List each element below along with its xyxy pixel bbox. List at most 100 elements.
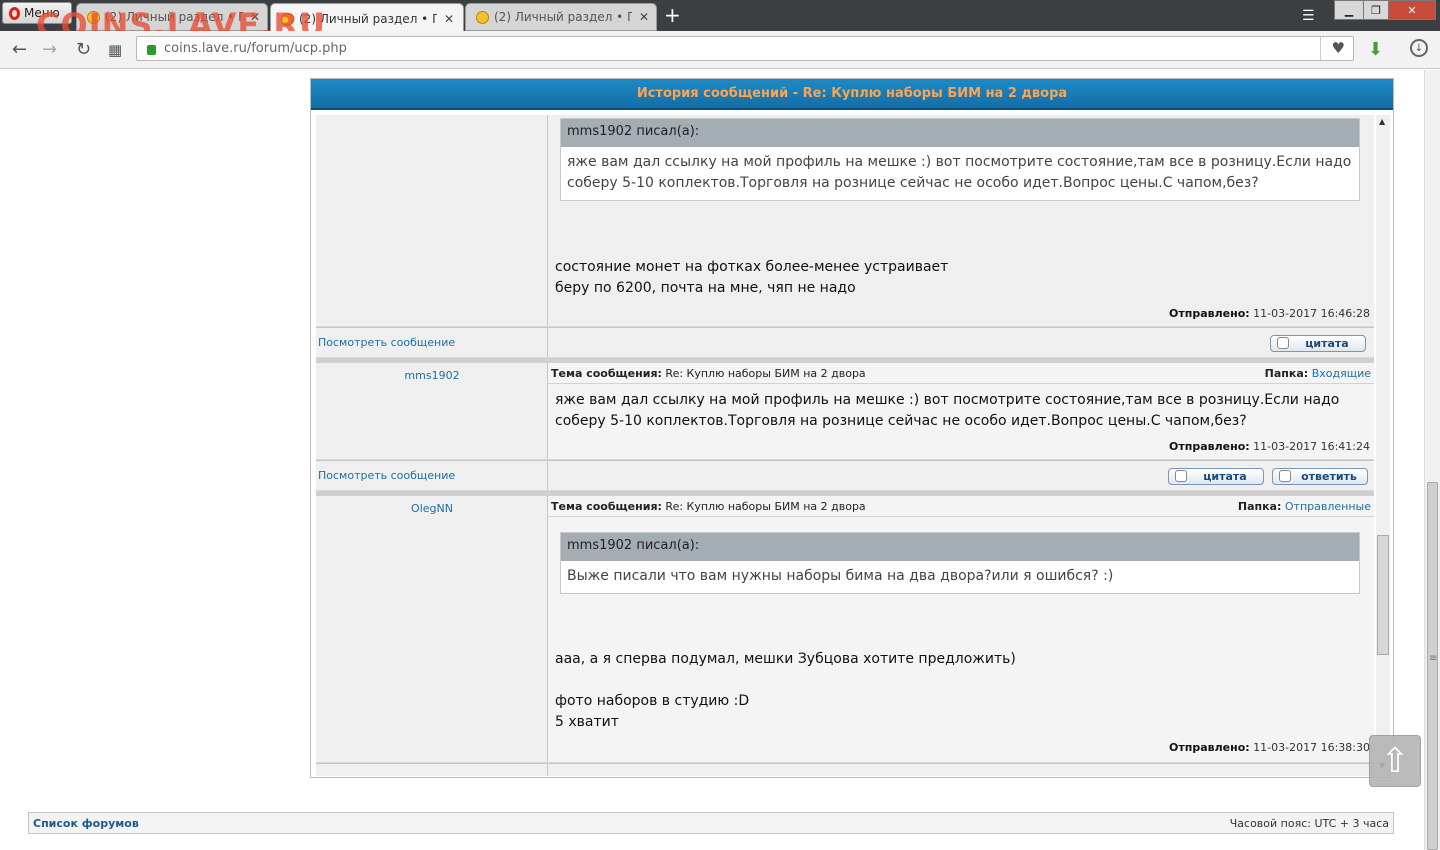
sent-date: 11-03-2017 16:41:24 xyxy=(1253,440,1370,453)
quote-button[interactable]: цитата xyxy=(1168,468,1264,485)
history-list[interactable]: mms1902 писал(а): яже вам дал ссылку на … xyxy=(316,115,1374,776)
downloads-icon[interactable]: ↓ xyxy=(1410,39,1428,57)
reply-icon xyxy=(1279,470,1291,482)
post-author-cell xyxy=(316,115,548,326)
post-content-cell: Тема сообщения: Re: Куплю наборы БИМ на … xyxy=(548,496,1374,762)
subject-text: Re: Куплю наборы БИМ на 2 двора xyxy=(665,500,866,513)
tab-3-label: (2) Личный раздел • Прос xyxy=(494,10,632,24)
post-actions-row-partial xyxy=(316,763,1374,776)
author-link[interactable]: OlegNN xyxy=(316,502,548,515)
url-separator xyxy=(1320,37,1321,60)
view-message-link[interactable]: Посмотреть сообщение xyxy=(318,469,455,482)
view-message-link[interactable]: Посмотреть сообщение xyxy=(318,336,455,349)
post-actions-row: Посмотреть сообщение цитата ответить xyxy=(316,460,1374,490)
folder-link-sent[interactable]: Отправленные xyxy=(1285,500,1371,513)
author-link[interactable]: mms1902 xyxy=(316,369,548,382)
minimize-button[interactable]: ▁ xyxy=(1334,0,1364,20)
post-actions-right: цитата xyxy=(548,328,1374,357)
message-body: ааа, а я сперва подумал, мешки Зубцова х… xyxy=(555,649,1016,733)
scroll-up-arrow-icon[interactable]: ▲ xyxy=(1379,117,1385,126)
quoted-block: mms1902 писал(а): яже вам дал ссылку на … xyxy=(560,118,1360,201)
forward-arrow-icon[interactable]: → xyxy=(42,39,57,60)
url-text: coins.lave.ru/forum/ucp.php xyxy=(164,41,347,56)
sent-date: 11-03-2017 16:38:30 xyxy=(1253,741,1370,754)
quote-text: Выже писали что вам нужны наборы бима на… xyxy=(567,568,1114,584)
post-actions-left: Посмотреть сообщение xyxy=(316,328,548,357)
forum-list-link[interactable]: Список форумов xyxy=(33,817,139,830)
download-extension-icon[interactable]: ⬇ xyxy=(1368,39,1383,60)
quote-icon xyxy=(1277,337,1289,349)
reply-button-label: ответить xyxy=(1301,470,1357,483)
post-row: mms1902 Тема сообщения: Re: Куплю наборы… xyxy=(316,363,1374,459)
page-scrollbar-thumb[interactable] xyxy=(1427,482,1438,850)
tabs-menu-icon[interactable]: ☰ xyxy=(1302,8,1315,24)
post-actions-row: Посмотреть сообщение цитата xyxy=(316,327,1374,357)
message-body: яже вам дал ссылку на мой профиль на меш… xyxy=(555,392,1340,429)
maximize-button[interactable]: ❐ xyxy=(1363,0,1389,20)
post-content-cell: mms1902 писал(а): яже вам дал ссылку на … xyxy=(548,115,1374,326)
post-actions-left xyxy=(316,764,548,776)
tab-3[interactable]: (2) Личный раздел • Прос ✕ xyxy=(465,3,657,31)
timezone-text: Часовой пояс: UTC + 3 часа xyxy=(1229,816,1389,830)
page-scrollbar[interactable] xyxy=(1424,70,1440,850)
folder-line: Папка: Отправленные xyxy=(1238,500,1371,513)
history-scrollbar[interactable]: ▲ ▼ xyxy=(1376,115,1390,776)
post-row: OlegNN Тема сообщения: Re: Куплю наборы … xyxy=(316,496,1374,762)
scroll-to-top-button[interactable]: ⇧ xyxy=(1369,735,1421,787)
sent-info: Отправлено: 11-03-2017 16:46:28 xyxy=(1169,307,1370,320)
smiley-favicon-icon xyxy=(476,10,489,24)
message-line: ааа, а я сперва подумал, мешки Зубцова х… xyxy=(555,651,1016,667)
post-row: mms1902 писал(а): яже вам дал ссылку на … xyxy=(316,115,1374,326)
post-content-cell: Тема сообщения: Re: Куплю наборы БИМ на … xyxy=(548,363,1374,459)
history-scrollbar-thumb[interactable] xyxy=(1377,535,1389,655)
quote-button-label: цитата xyxy=(1305,337,1349,350)
subject-line: Тема сообщения: Re: Куплю наборы БИМ на … xyxy=(551,500,866,513)
address-toolbar: ← → ↻ ▦ coins.lave.ru/forum/ucp.php ♥ ⬇ … xyxy=(0,31,1440,69)
quote-text: яже вам дал ссылку на мой профиль на меш… xyxy=(567,154,1352,191)
speed-dial-grid-icon[interactable]: ▦ xyxy=(108,41,122,59)
tab-2-close-icon[interactable]: ✕ xyxy=(442,12,456,26)
folder-label: Папка: xyxy=(1264,367,1309,380)
quoted-block: mms1902 писал(а): Выже писали что вам ну… xyxy=(560,532,1360,594)
quote-icon xyxy=(1175,470,1187,482)
subject-divider xyxy=(548,516,1374,517)
message-history-panel: История сообщений - Re: Куплю наборы БИМ… xyxy=(310,78,1394,778)
sent-date: 11-03-2017 16:46:28 xyxy=(1253,307,1370,320)
secure-lock-icon xyxy=(147,44,156,55)
history-title: История сообщений - Re: Куплю наборы БИМ… xyxy=(311,79,1393,110)
quote-button-label: цитата xyxy=(1203,470,1247,483)
sent-label: Отправлено: xyxy=(1169,307,1250,320)
url-field[interactable]: coins.lave.ru/forum/ucp.php ♥ xyxy=(136,36,1354,61)
post-author-cell: mms1902 xyxy=(316,363,548,459)
reload-icon[interactable]: ↻ xyxy=(76,39,91,60)
subject-divider xyxy=(548,383,1374,384)
folder-label: Папка: xyxy=(1237,500,1282,513)
message-line: 5 хватит xyxy=(555,714,619,730)
quote-button[interactable]: цитата xyxy=(1270,335,1366,352)
subject-label: Тема сообщения: xyxy=(551,500,662,513)
subject-text: Re: Куплю наборы БИМ на 2 двора xyxy=(665,367,866,380)
post-actions-right: цитата ответить xyxy=(548,461,1374,490)
sent-label: Отправлено: xyxy=(1169,741,1250,754)
post-actions-right xyxy=(548,764,1374,776)
back-arrow-icon[interactable]: ← xyxy=(12,39,27,60)
folder-link-inbox[interactable]: Входящие xyxy=(1312,367,1371,380)
quote-author: mms1902 писал(а): xyxy=(561,533,1359,561)
bookmark-heart-icon[interactable]: ♥ xyxy=(1332,39,1345,57)
subject-label: Тема сообщения: xyxy=(551,367,662,380)
sent-info: Отправлено: 11-03-2017 16:41:24 xyxy=(1169,440,1370,453)
folder-line: Папка: Входящие xyxy=(1265,367,1371,380)
reply-button[interactable]: ответить xyxy=(1272,468,1368,485)
message-body: состояние монет на фотках более-менее ус… xyxy=(555,257,948,299)
tab-3-close-icon[interactable]: ✕ xyxy=(637,10,651,24)
forum-footer: Список форумов Часовой пояс: UTC + 3 час… xyxy=(28,812,1394,834)
message-line: фото наборов в студию :D xyxy=(555,693,750,709)
quote-author: mms1902 писал(а): xyxy=(561,119,1359,147)
message-line: беру по 6200, почта на мне, чяп не надо xyxy=(555,280,856,296)
sent-info: Отправлено: 11-03-2017 16:38:30 xyxy=(1169,741,1370,754)
post-actions-left: Посмотреть сообщение xyxy=(316,461,548,490)
opera-logo-icon xyxy=(9,6,20,20)
close-window-button[interactable]: ✕ xyxy=(1388,0,1436,20)
new-tab-button[interactable]: + xyxy=(664,5,681,25)
